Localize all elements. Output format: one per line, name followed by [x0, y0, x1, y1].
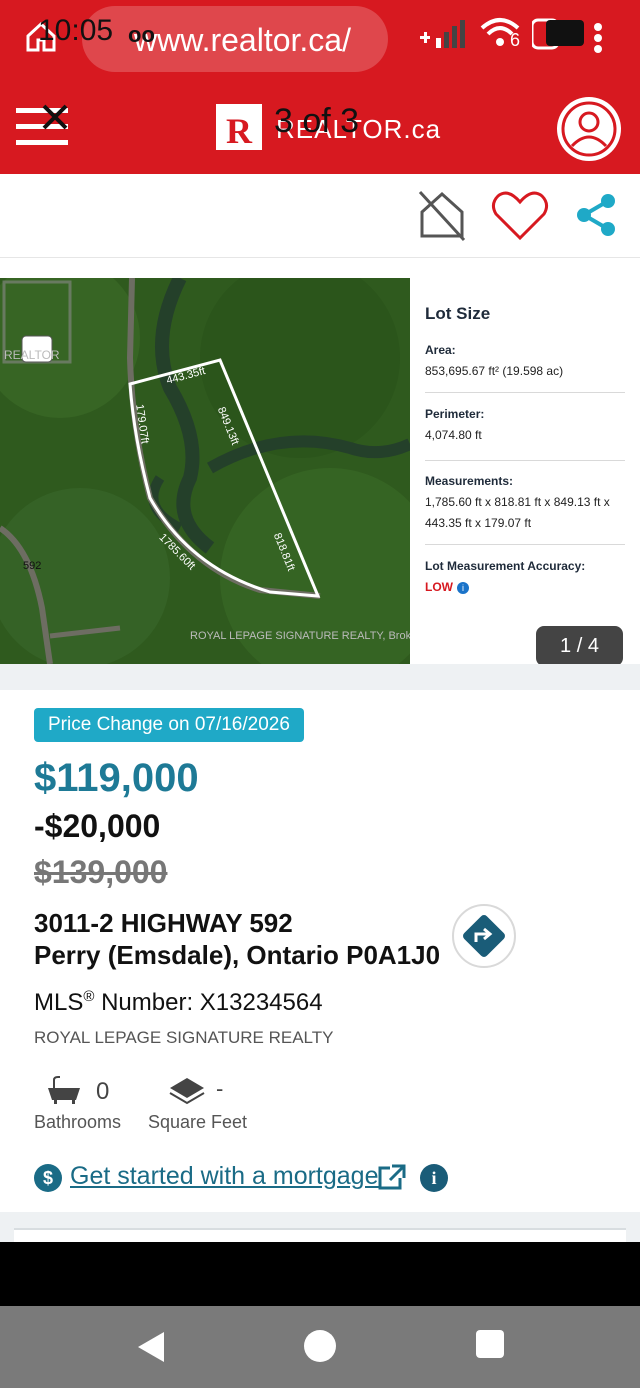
- lot-size-title: Lot Size: [425, 304, 491, 323]
- lot-size-panel: Lot Size Area: 853,695.67 ft² (19.598 ac…: [410, 278, 640, 664]
- lot-accuracy-value: LOW: [425, 580, 453, 594]
- listing-price: $119,000: [34, 756, 199, 800]
- section-divider: [0, 664, 640, 690]
- info-icon[interactable]: i: [457, 581, 469, 594]
- lot-area: Area: 853,695.67 ft² (19.598 ac): [425, 340, 625, 382]
- lot-perimeter-label: Perimeter:: [425, 407, 485, 421]
- price-change-badge: Price Change on 07/16/2026: [34, 708, 304, 742]
- home-button-icon[interactable]: [304, 1330, 336, 1362]
- share-icon[interactable]: [574, 192, 618, 238]
- page-indicator: 3 of 3: [274, 102, 360, 140]
- external-link-icon[interactable]: [376, 1164, 406, 1192]
- system-navigation-bar: [0, 1306, 640, 1388]
- divider: [425, 460, 625, 461]
- brokerage-name: ROYAL LEPAGE SIGNATURE REALTY: [34, 1028, 334, 1047]
- address-line-1: 3011-2 HIGHWAY 592: [34, 908, 293, 938]
- road-label: 592: [23, 560, 42, 572]
- voicemail-icon: oo: [128, 22, 155, 47]
- photo-credit: ROYAL LEPAGE SIGNATURE REALTY, Brokerage: [190, 630, 410, 642]
- logo-letter: R: [226, 111, 252, 151]
- lot-perimeter-value: 4,074.80 ft: [425, 428, 482, 442]
- mortgage-link[interactable]: Get started with a mortgage: [70, 1162, 378, 1191]
- aerial-map-image: [0, 278, 410, 664]
- mls-registered-mark: ®: [83, 988, 95, 1005]
- url-text[interactable]: www.realtor.ca/: [134, 22, 351, 59]
- square-feet-icon: [169, 1078, 205, 1105]
- photo-watermark-logo: REALTOR: [4, 348, 60, 362]
- dollar-icon: $: [34, 1164, 62, 1192]
- square-feet-value: -: [216, 1076, 224, 1101]
- mls-label: MLS: [34, 989, 84, 1016]
- divider: [425, 544, 625, 545]
- directions-icon: [463, 915, 505, 957]
- aerial-lot-photo[interactable]: REALTOR 592 443.35ft 849.13ft 179.07ft 1…: [0, 278, 410, 664]
- site-nav: R REALTOR.ca 3 of 3: [0, 80, 640, 174]
- price-change-amount: -$20,000: [34, 808, 161, 844]
- lot-measurements-value: 1,785.60 ft x 818.81 ft x 849.13 ft x 44…: [425, 495, 610, 530]
- address-line-2: Perry (Emsdale), Ontario P0A1J0: [34, 940, 441, 970]
- browser-header: www.realtor.ca/ 10:05 oo 6 R REALTOR.ca …: [0, 0, 640, 174]
- directions-button[interactable]: [452, 904, 516, 968]
- mortgage-info-icon[interactable]: i: [420, 1164, 448, 1192]
- lot-perimeter: Perimeter: 4,074.80 ft: [425, 404, 625, 446]
- lot-accuracy: Lot Measurement Accuracy: LOW i: [425, 556, 625, 598]
- listing-details: Price Change on 07/16/2026 $119,000 -$20…: [0, 690, 640, 1212]
- photo-counter: 1 / 4: [536, 626, 623, 666]
- more-options-icon[interactable]: [592, 22, 604, 56]
- status-bar: www.realtor.ca/ 10:05 oo 6: [0, 0, 640, 80]
- mls-number-value: Number: X13234564: [94, 989, 323, 1016]
- lot-measurements-label: Measurements:: [425, 474, 514, 488]
- battery-icon: [532, 18, 584, 50]
- logo-mark: R: [216, 104, 262, 151]
- next-card-edge: [14, 1228, 626, 1242]
- previous-price: $139,000: [34, 854, 168, 890]
- mls-number: MLS® Number: X13234564: [34, 988, 323, 1017]
- bathtub-icon: [48, 1076, 80, 1104]
- lot-area-value: 853,695.67 ft² (19.598 ac): [425, 364, 564, 378]
- bathrooms-value: 0: [96, 1078, 110, 1105]
- bathrooms-label: Bathrooms: [34, 1112, 122, 1132]
- lot-measurements: Measurements: 1,785.60 ft x 818.81 ft x …: [425, 471, 625, 534]
- clock-time: 10:05: [38, 14, 114, 47]
- black-bar: [0, 1242, 640, 1306]
- lot-area-label: Area:: [425, 343, 456, 357]
- signal-icon: [420, 20, 465, 48]
- photo-gallery[interactable]: REALTOR 592 443.35ft 849.13ft 179.07ft 1…: [0, 278, 640, 666]
- back-icon[interactable]: [136, 1330, 166, 1364]
- favorite-icon[interactable]: [490, 190, 550, 242]
- listing-actions: [0, 174, 640, 258]
- tab-count[interactable]: 6: [510, 30, 520, 51]
- lot-accuracy-label: Lot Measurement Accuracy:: [425, 559, 586, 573]
- menu-icon[interactable]: [16, 104, 70, 150]
- divider: [425, 392, 625, 393]
- hide-listing-icon[interactable]: [416, 188, 468, 242]
- recents-icon[interactable]: [476, 1330, 504, 1358]
- square-feet-label: Square Feet: [148, 1112, 248, 1132]
- user-account-icon[interactable]: [554, 94, 624, 164]
